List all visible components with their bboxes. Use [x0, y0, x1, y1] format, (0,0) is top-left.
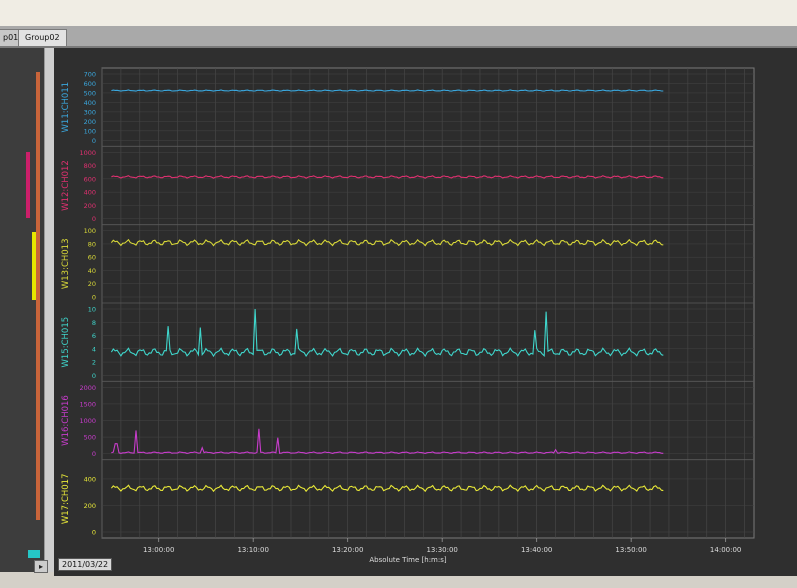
y-tick-label: 600	[84, 80, 96, 88]
channel-sidebar	[0, 48, 48, 572]
x-tick-label: 13:10:00	[237, 546, 268, 554]
toolbar	[0, 0, 797, 27]
y-tick-label: 2	[92, 359, 96, 367]
y-tick-label: 1000	[79, 149, 96, 157]
channel-strip-orange	[36, 72, 40, 520]
y-tick-label: 200	[84, 502, 96, 510]
y-tick-label: 100	[84, 227, 96, 235]
y-tick-label: 500	[84, 89, 96, 97]
x-axis-label: Absolute Time [h:m:s]	[369, 556, 447, 564]
tab-bar: p01 Group02	[0, 26, 797, 48]
scroll-right-button[interactable]: ▸	[34, 560, 48, 573]
x-tick-label: 14:00:00	[710, 546, 741, 554]
y-tick-label: 0	[92, 137, 96, 145]
y-axis-label: W13:CH013	[61, 239, 71, 290]
channel-strip-yellow	[32, 232, 36, 300]
y-axis-label: W16:CH016	[61, 395, 71, 446]
chart-area: 700 600 500 400 300 200 100 0 W11:CH011 1000 800 60…	[54, 48, 797, 576]
y-tick-label: 200	[84, 202, 96, 210]
y-axis-label: W12:CH012	[61, 160, 71, 211]
y-tick-label: 0	[92, 372, 96, 380]
x-tick-label: 13:40:00	[521, 546, 552, 554]
x-tick-label: 13:00:00	[143, 546, 174, 554]
y-tick-label: 0	[92, 529, 96, 537]
y-tick-label: 600	[84, 175, 96, 183]
y-tick-label: 8	[92, 319, 96, 327]
y-tick-label: 60	[88, 254, 96, 262]
y-tick-label: 0	[92, 294, 96, 302]
y-tick-label: 700	[84, 71, 96, 79]
y-tick-label: 400	[84, 99, 96, 107]
x-tick-label: 13:20:00	[332, 546, 363, 554]
y-tick-label: 4	[92, 345, 96, 353]
y-tick-label: 1500	[79, 400, 96, 408]
y-tick-label: 2000	[79, 384, 96, 392]
y-axis-label: W11:CH011	[61, 82, 71, 133]
x-tick-label: 13:30:00	[426, 546, 457, 554]
y-tick-label: 20	[88, 280, 96, 288]
y-tick-label: 800	[84, 162, 96, 170]
y-axis-label: W15:CH015	[61, 317, 71, 368]
y-tick-label: 80	[88, 240, 96, 248]
y-tick-label: 1000	[79, 417, 96, 425]
y-tick-label: 500	[84, 434, 96, 442]
y-tick-label: 400	[84, 189, 96, 197]
y-tick-label: 300	[84, 108, 96, 116]
y-tick-label: 0	[92, 215, 96, 223]
chart-svg: 7006005004003002001000W11:CH011100080060…	[61, 67, 755, 564]
y-tick-label: 200	[84, 118, 96, 126]
y-axis-label: W17:CH017	[61, 474, 71, 525]
y-tick-label: 100	[84, 127, 96, 135]
date-label: 2011/03/22	[58, 558, 113, 571]
y-tick-label: 40	[88, 267, 96, 275]
y-tick-label: 0	[92, 450, 96, 458]
y-tick-label: 10	[88, 306, 96, 314]
y-tick-label: 6	[92, 332, 96, 340]
tab-group02[interactable]: Group02	[18, 29, 67, 46]
channel-strip-cyan	[28, 550, 40, 558]
y-tick-label: 400	[84, 475, 96, 483]
channel-strip-pink	[26, 152, 30, 218]
x-tick-label: 13:50:00	[615, 546, 646, 554]
